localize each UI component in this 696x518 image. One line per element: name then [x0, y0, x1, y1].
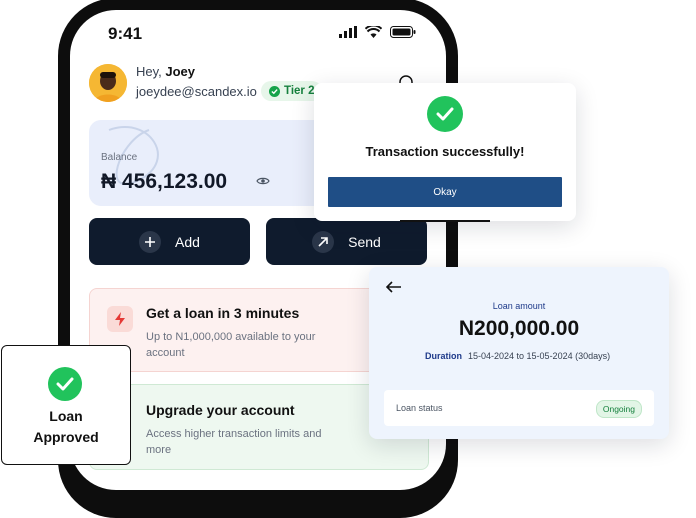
- loan-duration: Duration 15-04-2024 to 15-05-2024 (30days…: [425, 351, 610, 361]
- signal-icon: [339, 26, 357, 38]
- success-popup: Transaction successfully! Okay: [314, 83, 576, 222]
- add-label: Add: [175, 233, 200, 250]
- loan-title: Get a loan in 3 minutes: [146, 305, 300, 321]
- approved-line1: Loan: [49, 408, 83, 424]
- loan-approved-badge: Loan Approved: [1, 345, 131, 465]
- status-bar: 9:41: [70, 10, 446, 50]
- add-button[interactable]: Add: [89, 218, 250, 265]
- status-icons: [339, 26, 416, 38]
- avatar[interactable]: [89, 64, 127, 102]
- avatar-image: [89, 64, 127, 102]
- plus-icon: [139, 230, 162, 253]
- back-arrow-icon[interactable]: [386, 281, 402, 293]
- balance-amount: ₦ 456,123.00: [101, 170, 228, 193]
- user-name: Joey: [165, 64, 196, 79]
- balance-label: Balance: [101, 152, 138, 163]
- send-label: Send: [348, 233, 381, 250]
- user-email: joeydee@scandex.io: [136, 84, 257, 99]
- loan-status-row: Loan status Ongoing: [384, 390, 654, 426]
- tier-label: Tier 2: [284, 85, 315, 97]
- popup-handle: [400, 220, 490, 222]
- loan-subtitle: Up to N1,000,000 available to your accou…: [146, 331, 316, 359]
- arrow-up-right-icon: [312, 230, 335, 253]
- check-circle-icon: [48, 367, 82, 401]
- wifi-icon: [365, 26, 382, 38]
- loan-status-badge: Ongoing: [595, 400, 642, 418]
- eye-icon[interactable]: [256, 176, 270, 186]
- lightning-icon: [107, 306, 133, 332]
- check-icon: [269, 85, 280, 97]
- approved-text: Loan Approved: [2, 406, 130, 448]
- battery-icon: [390, 26, 416, 38]
- send-button[interactable]: Send: [266, 218, 427, 265]
- loan-amount-value: N200,000.00: [458, 317, 580, 340]
- greeting-text: Hey,: [136, 64, 162, 79]
- greeting: Hey, Joey: [136, 64, 195, 79]
- success-message: Transaction successfully!: [365, 144, 525, 159]
- okay-button[interactable]: Okay: [328, 177, 562, 207]
- duration-label: Duration: [425, 351, 462, 361]
- loan-amount-label: Loan amount: [492, 301, 546, 311]
- loan-detail-card: Loan amount N200,000.00 Duration 15-04-20…: [369, 267, 669, 439]
- loan-status-label: Loan status: [396, 403, 443, 413]
- check-circle-icon: [427, 96, 463, 132]
- duration-value: 15-04-2024 to 15-05-2024 (30days): [468, 351, 611, 361]
- upgrade-title: Upgrade your account: [146, 402, 295, 418]
- status-time: 9:41: [108, 24, 143, 43]
- upgrade-subtitle: Access higher transaction limits and mor…: [146, 428, 322, 456]
- approved-line2: Approved: [33, 429, 99, 445]
